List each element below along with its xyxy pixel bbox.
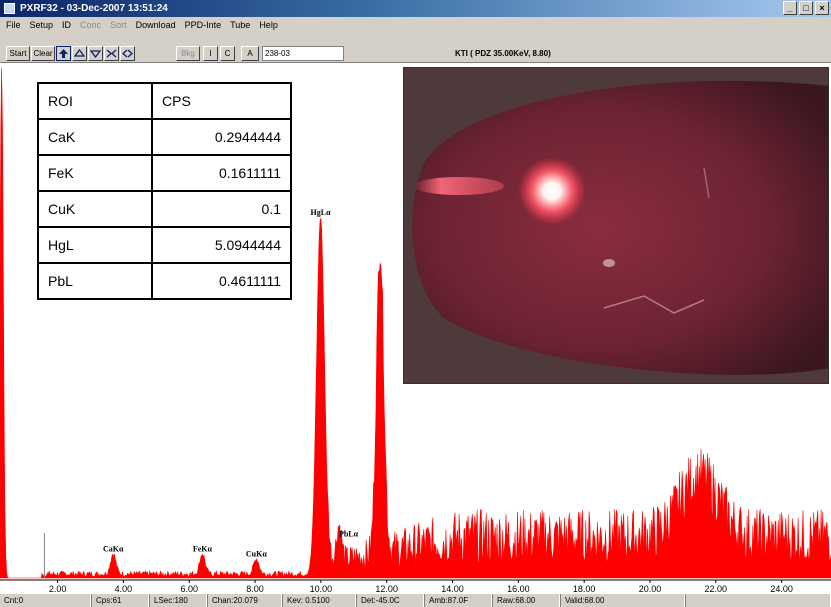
peak-label: HgLα	[311, 208, 332, 217]
x-tick-label: 10.00	[310, 584, 333, 594]
roi-cell: CuK	[37, 190, 153, 228]
status-bar: Cnt:0 Cps:61 LSec:180 Chan:20.079 Kev: 0…	[0, 594, 831, 607]
roi-cell: FeK	[37, 154, 153, 192]
header-roi: ROI	[37, 82, 153, 120]
status-raw: Raw:68.00	[492, 594, 560, 607]
status-cps: Cps:61	[91, 594, 149, 607]
table-row: CaK 0.2944444	[37, 118, 292, 156]
roi-table: ROI CPS CaK 0.2944444 FeK 0.1611111 CuK …	[37, 82, 292, 300]
status-lsec: LSec:180	[149, 594, 207, 607]
peak-label: PbLα	[339, 529, 359, 538]
up-triangle-icon	[74, 48, 85, 57]
cps-cell: 5.0944444	[151, 226, 292, 264]
start-button[interactable]: Start	[6, 46, 30, 61]
table-row: PbL 0.4611111	[37, 262, 292, 300]
x-tick-label: 4.00	[115, 584, 133, 594]
peak-label: FeKα	[193, 545, 213, 554]
x-tick-label: 6.00	[180, 584, 198, 594]
expand-icon	[106, 49, 117, 58]
status-count: Cnt:0	[0, 594, 91, 607]
scale-up-button[interactable]	[72, 46, 87, 61]
x-tick-label: 14.00	[441, 584, 464, 594]
toolbar: Start Clear Bkg I C A 238-03 KTI ( PDZ 3…	[0, 33, 831, 63]
roi-cell: CaK	[37, 118, 153, 156]
menu-ppd-inte[interactable]: PPD-Inte	[185, 17, 222, 33]
roi-cell: PbL	[37, 262, 153, 300]
peak-label: CuKα	[246, 550, 267, 559]
status-channel: Chan:20.079	[207, 594, 282, 607]
menu-bar: File Setup ID Conc Sort Download PPD-Int…	[0, 17, 831, 33]
expand-button[interactable]	[104, 46, 119, 61]
window-title: PXRF32 - 03-Dec-2007 13:51:24	[20, 3, 168, 14]
minimize-button[interactable]: _	[783, 1, 797, 15]
up-arrow-button[interactable]	[56, 46, 71, 61]
menu-help[interactable]: Help	[259, 17, 278, 33]
cps-cell: 0.2944444	[151, 118, 292, 156]
down-triangle-icon	[90, 50, 101, 59]
menu-conc[interactable]: Conc	[80, 17, 101, 33]
a-button[interactable]: A	[241, 46, 259, 61]
status-empty	[685, 594, 831, 607]
header-cps: CPS	[151, 82, 292, 120]
clear-button[interactable]: Clear	[31, 46, 55, 61]
cps-cell: 0.4611111	[151, 262, 292, 300]
sample-photo	[404, 68, 828, 383]
x-tick-label: 20.00	[639, 584, 662, 594]
status-ambient: Amb:87.0F	[424, 594, 492, 607]
sample-object	[412, 80, 828, 375]
x-tick-label: 16.00	[507, 584, 530, 594]
x-tick-label: 8.00	[246, 584, 264, 594]
status-detector: Det:-45.0C	[356, 594, 424, 607]
peak-label: CaKα	[103, 545, 124, 554]
window-controls: _ □ ×	[783, 1, 829, 15]
close-button[interactable]: ×	[815, 1, 829, 15]
contract-icon	[122, 49, 133, 58]
table-row: FeK 0.1611111	[37, 154, 292, 192]
sample-id-field[interactable]: 238-03	[262, 46, 344, 61]
menu-sort[interactable]: Sort	[110, 17, 127, 33]
x-tick-label: 12.00	[375, 584, 398, 594]
app-icon	[4, 3, 15, 14]
contract-button[interactable]	[120, 46, 135, 61]
x-tick-label: 2.00	[49, 584, 67, 594]
x-tick-label: 24.00	[770, 584, 793, 594]
table-row: CuK 0.1	[37, 190, 292, 228]
source-label: KTI ( PDZ 35.00KeV, 8.80)	[455, 49, 551, 58]
menu-download[interactable]: Download	[136, 17, 176, 33]
roi-table-header: ROI CPS	[37, 82, 292, 120]
sample-camera-image	[403, 67, 829, 384]
up-arrow-icon	[59, 49, 68, 58]
cps-cell: 0.1611111	[151, 154, 292, 192]
cps-cell: 0.1	[151, 190, 292, 228]
title-bar: PXRF32 - 03-Dec-2007 13:51:24 _ □ ×	[0, 0, 831, 17]
laser-spot	[518, 157, 586, 225]
menu-file[interactable]: File	[6, 17, 21, 33]
laser-reflection	[414, 177, 504, 195]
menu-id[interactable]: ID	[62, 17, 71, 33]
menu-setup[interactable]: Setup	[30, 17, 54, 33]
surface-spot	[603, 259, 615, 267]
table-row: HgL 5.0944444	[37, 226, 292, 264]
x-tick-label: 22.00	[705, 584, 728, 594]
c-button[interactable]: C	[220, 46, 235, 61]
x-tick-label: 18.00	[573, 584, 596, 594]
i-button[interactable]: I	[203, 46, 218, 61]
status-kev: Kev: 0.5100	[282, 594, 356, 607]
maximize-button[interactable]: □	[799, 1, 813, 15]
scale-down-button[interactable]	[88, 46, 103, 61]
status-valid: Valid:68.00	[560, 594, 685, 607]
menu-tube[interactable]: Tube	[230, 17, 250, 33]
roi-cell: HgL	[37, 226, 153, 264]
bkg-button[interactable]: Bkg	[176, 46, 200, 61]
